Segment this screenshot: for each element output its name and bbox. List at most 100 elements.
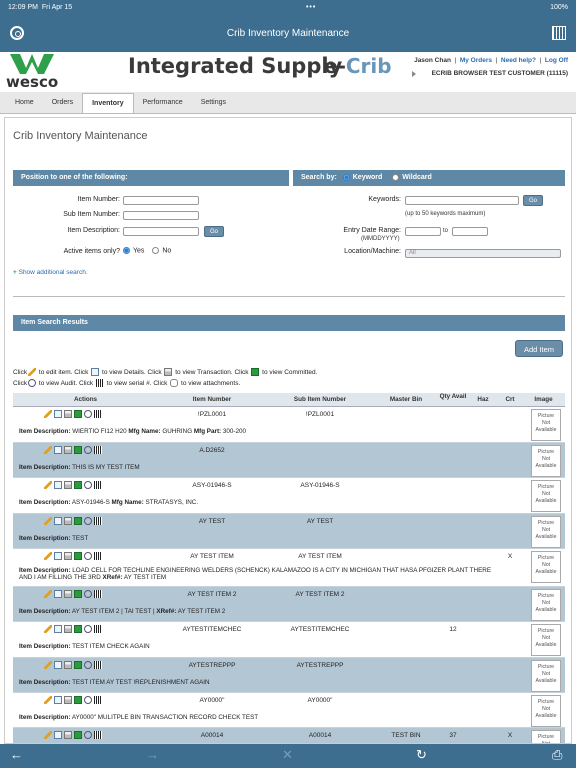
wildcard-radio[interactable] [392, 173, 400, 181]
details-icon[interactable] [54, 517, 62, 525]
col-master-bin[interactable]: Master Bin [374, 393, 438, 406]
forward-icon[interactable]: → [146, 747, 159, 762]
picture-placeholder[interactable]: PictureNotAvailable [531, 480, 561, 512]
committed-icon[interactable] [74, 590, 82, 598]
edit-icon[interactable] [44, 661, 52, 669]
add-item-button[interactable]: Add Item [515, 340, 563, 357]
grid-icon[interactable] [552, 26, 566, 40]
location-select[interactable]: All [405, 249, 561, 258]
serial-icon[interactable] [94, 410, 102, 418]
committed-icon[interactable] [74, 625, 82, 633]
details-icon[interactable] [54, 446, 62, 454]
gear-icon[interactable] [10, 26, 24, 40]
need-help-link[interactable]: Need help? [501, 57, 536, 64]
serial-icon[interactable] [94, 731, 102, 739]
picture-placeholder[interactable]: PictureNotAvailable [531, 730, 561, 743]
col-haz[interactable]: Haz [468, 393, 498, 406]
sub-item-number-input[interactable] [123, 211, 199, 220]
serial-icon[interactable] [94, 517, 102, 525]
audit-icon[interactable] [84, 517, 92, 525]
edit-icon[interactable] [44, 517, 52, 525]
col-qty-avail[interactable]: Qty Avail [438, 393, 468, 406]
picture-placeholder[interactable]: PictureNotAvailable [531, 660, 561, 692]
picture-placeholder[interactable]: PictureNotAvailable [531, 551, 561, 583]
audit-icon[interactable] [84, 731, 92, 739]
col-item-number[interactable]: Item Number [158, 393, 266, 406]
picture-placeholder[interactable]: PictureNotAvailable [531, 589, 561, 621]
committed-icon[interactable] [74, 446, 82, 454]
transaction-icon[interactable] [64, 552, 72, 560]
audit-icon[interactable] [84, 446, 92, 454]
serial-icon[interactable] [94, 696, 102, 704]
details-icon[interactable] [54, 410, 62, 418]
transaction-icon[interactable] [64, 696, 72, 704]
edit-icon[interactable] [44, 446, 52, 454]
print-icon[interactable]: ⎙ [552, 747, 562, 763]
transaction-icon[interactable] [64, 517, 72, 525]
item-description-input[interactable] [123, 227, 199, 236]
multitask-dots[interactable]: ••• [306, 4, 316, 11]
edit-icon[interactable] [44, 696, 52, 704]
show-additional-search-link[interactable]: + Show additional search. [13, 269, 88, 276]
date-to-input[interactable] [452, 227, 488, 236]
committed-icon[interactable] [74, 517, 82, 525]
serial-icon[interactable] [94, 661, 102, 669]
details-icon[interactable] [54, 552, 62, 560]
date-from-input[interactable] [405, 227, 441, 236]
tab-inventory[interactable]: Inventory [82, 93, 134, 113]
committed-icon[interactable] [74, 661, 82, 669]
active-no-radio[interactable] [152, 247, 160, 254]
keyword-radio[interactable] [342, 173, 350, 181]
transaction-icon[interactable] [64, 661, 72, 669]
serial-icon[interactable] [94, 446, 102, 454]
keywords-input[interactable] [405, 196, 519, 205]
edit-icon[interactable] [44, 731, 52, 739]
committed-icon[interactable] [74, 481, 82, 489]
transaction-icon[interactable] [64, 625, 72, 633]
edit-icon[interactable] [44, 481, 52, 489]
picture-placeholder[interactable]: PictureNotAvailable [531, 409, 561, 441]
keyword-go-button[interactable]: Go [523, 195, 543, 206]
back-icon[interactable]: ← [10, 747, 23, 762]
tab-home[interactable]: Home [6, 93, 43, 113]
details-icon[interactable] [54, 731, 62, 739]
my-orders-link[interactable]: My Orders [460, 57, 492, 64]
transaction-icon[interactable] [64, 446, 72, 454]
edit-icon[interactable] [44, 590, 52, 598]
audit-icon[interactable] [84, 552, 92, 560]
committed-icon[interactable] [74, 552, 82, 560]
audit-icon[interactable] [84, 625, 92, 633]
details-icon[interactable] [54, 696, 62, 704]
edit-icon[interactable] [44, 410, 52, 418]
transaction-icon[interactable] [64, 731, 72, 739]
log-off-link[interactable]: Log Off [545, 57, 568, 64]
committed-icon[interactable] [74, 410, 82, 418]
active-yes-radio[interactable] [123, 247, 130, 254]
audit-icon[interactable] [84, 661, 92, 669]
audit-icon[interactable] [84, 696, 92, 704]
tab-orders[interactable]: Orders [43, 93, 82, 113]
serial-icon[interactable] [94, 590, 102, 598]
transaction-icon[interactable] [64, 410, 72, 418]
audit-icon[interactable] [84, 590, 92, 598]
committed-icon[interactable] [74, 731, 82, 739]
picture-placeholder[interactable]: PictureNotAvailable [531, 445, 561, 477]
transaction-icon[interactable] [64, 481, 72, 489]
serial-icon[interactable] [94, 625, 102, 633]
customer-expand-icon[interactable] [412, 71, 416, 77]
audit-icon[interactable] [84, 410, 92, 418]
details-icon[interactable] [54, 661, 62, 669]
edit-icon[interactable] [44, 552, 52, 560]
item-number-input[interactable] [123, 196, 199, 205]
transaction-icon[interactable] [64, 590, 72, 598]
serial-icon[interactable] [94, 481, 102, 489]
audit-icon[interactable] [84, 481, 92, 489]
details-icon[interactable] [54, 481, 62, 489]
position-go-button[interactable]: Go [204, 226, 224, 237]
details-icon[interactable] [54, 625, 62, 633]
picture-placeholder[interactable]: PictureNotAvailable [531, 624, 561, 656]
tab-performance[interactable]: Performance [134, 93, 192, 113]
picture-placeholder[interactable]: PictureNotAvailable [531, 695, 561, 727]
serial-icon[interactable] [94, 552, 102, 560]
col-sub-item-number[interactable]: Sub Item Number [266, 393, 374, 406]
